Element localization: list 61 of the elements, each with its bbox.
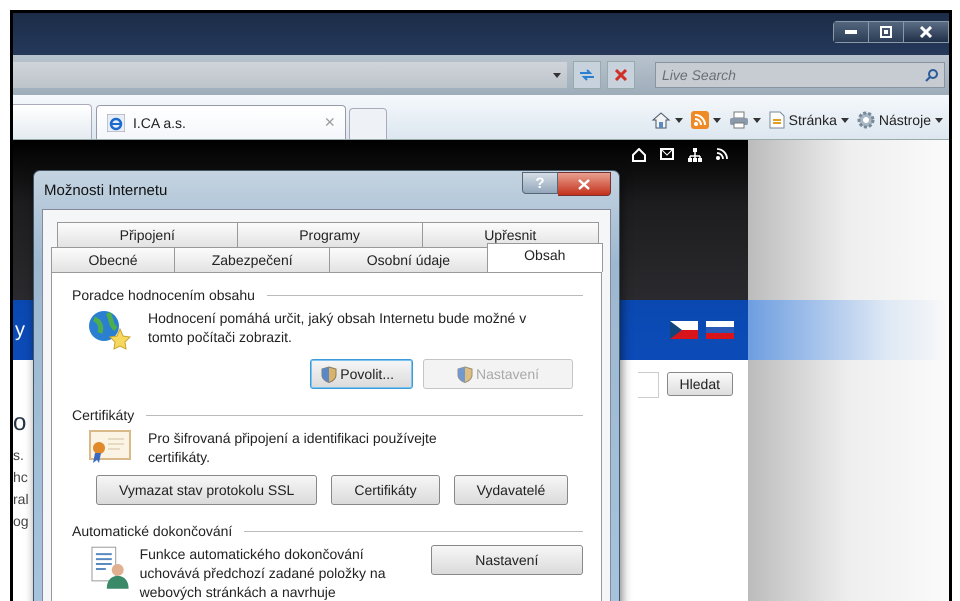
dialog-button[interactable]: Vymazat stav protokolu SSL [96, 475, 318, 505]
certificate-icon [88, 429, 132, 465]
group-title: Certifikáty [72, 407, 134, 423]
globe-star-icon [86, 309, 132, 351]
dialog-button[interactable]: Povolit... [310, 359, 413, 389]
flag-icon[interactable] [706, 321, 734, 339]
printer-icon[interactable] [728, 111, 749, 129]
mail-icon[interactable] [660, 148, 674, 160]
arrows-icon[interactable] [579, 69, 595, 81]
restore-icon[interactable] [880, 26, 892, 38]
dialog-tab[interactable]: Obecné [51, 247, 176, 272]
search-button[interactable]: Hledat [666, 372, 733, 396]
description-text: Hodnocení pomáhá určit, jaký obsah Internetu bude možné v tomto počítači zobrazit. [148, 309, 528, 347]
rss-icon[interactable] [716, 148, 728, 160]
czech-flag-icon[interactable] [670, 321, 698, 339]
page-text: y [14, 318, 25, 342]
form-person-icon [90, 545, 130, 589]
caret-icon[interactable] [752, 118, 761, 122]
description-text: Pro šifrovaná připojení a identifikaci používejte certifikáty. [148, 429, 438, 467]
minimize-button[interactable] [834, 22, 869, 42]
stop-button[interactable] [607, 61, 635, 89]
gear-icon [856, 111, 875, 129]
dialog-tab[interactable]: Obsah [486, 243, 603, 272]
toolbar-button[interactable]: Stránka [768, 111, 837, 129]
dialog-button[interactable]: Nastavení [430, 545, 583, 575]
caret-icon[interactable] [553, 72, 561, 78]
dialog-title: Možnosti Internetu [44, 182, 168, 198]
close-button[interactable] [558, 172, 611, 196]
site-search-field[interactable] [638, 372, 659, 398]
dialog-button[interactable]: Certifikáty [331, 475, 440, 505]
search-field[interactable]: Live Search [655, 62, 945, 88]
address-field[interactable] [13, 62, 567, 88]
dialog-tab[interactable]: Programy [236, 222, 423, 247]
browser-icon [107, 114, 125, 132]
caret-icon[interactable] [935, 118, 943, 122]
page-text: hc [13, 468, 29, 487]
dialog-tab[interactable]: Zabezpečení [174, 247, 330, 272]
dialog-tab[interactable]: Osobní údaje [329, 247, 488, 272]
description-text: Funkce automatického dokončování uchovává předchozí zadané položky na webových stránkách a navrhuje [140, 545, 387, 601]
restore-button[interactable] [869, 22, 904, 42]
group-title: Poradce hodnocením obsahu [72, 287, 255, 303]
sitemap-icon[interactable] [688, 148, 702, 162]
page-text: o [13, 412, 28, 434]
browser-tab[interactable]: I.CA a.s. × [96, 105, 346, 139]
home-icon[interactable] [650, 111, 671, 129]
dialog-tab[interactable]: Připojení [57, 222, 238, 247]
caret-icon[interactable] [674, 118, 683, 122]
search-icon[interactable] [925, 68, 939, 82]
toolbar-button[interactable]: Nástroje [856, 111, 931, 129]
page-icon [768, 111, 785, 129]
page-text: ral [13, 490, 30, 509]
close-button[interactable] [904, 22, 949, 42]
dialog-button[interactable]: Vydavatelé [454, 475, 568, 505]
stop-icon[interactable] [615, 69, 627, 81]
group-title: Automatické dokončování [72, 523, 232, 539]
page-text: og [13, 512, 30, 531]
page-text: s. [13, 446, 25, 465]
caret-icon[interactable] [712, 118, 721, 122]
close-icon[interactable] [920, 26, 932, 38]
caret-icon[interactable] [840, 118, 849, 122]
refresh-button[interactable] [573, 61, 601, 89]
